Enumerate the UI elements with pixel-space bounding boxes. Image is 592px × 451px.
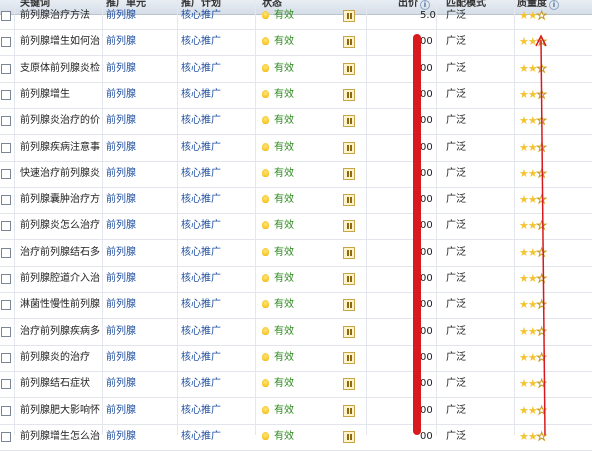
annotation-arrow: [535, 34, 547, 435]
